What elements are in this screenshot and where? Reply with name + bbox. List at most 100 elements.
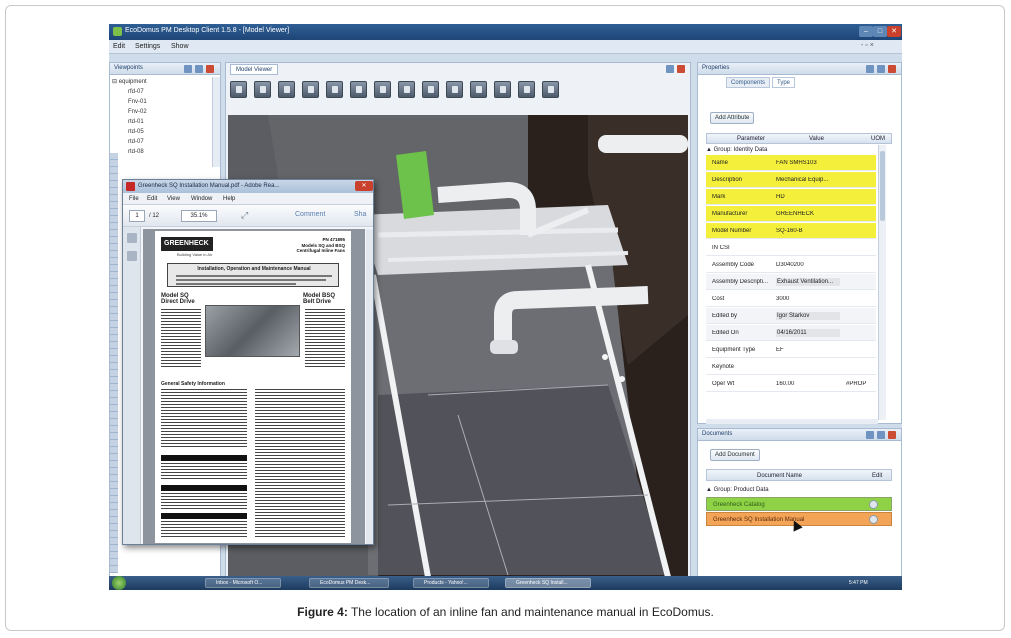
properties-icon[interactable]	[494, 81, 511, 98]
select-icon[interactable]	[398, 81, 415, 98]
adobe-scrollbar[interactable]	[366, 229, 373, 544]
tab-type[interactable]: Type	[772, 77, 796, 88]
viewpoints-scroll-strip[interactable]	[110, 153, 118, 573]
start-button[interactable]	[112, 576, 126, 590]
value-cell[interactable]: HD	[776, 194, 840, 200]
menu-edit[interactable]: Edit	[113, 43, 125, 50]
tree-node[interactable]: Fnv-02	[112, 107, 218, 117]
value-cell[interactable]: Igor Starkov	[776, 312, 840, 320]
taskbar-item[interactable]: Products - Yahoo!...	[413, 578, 489, 588]
panel-close-icon[interactable]	[888, 431, 896, 439]
value-cell[interactable]: 04/16/2011	[776, 329, 840, 337]
viewer-restore-icon[interactable]	[666, 65, 674, 73]
table-row[interactable]: Description Mechanical Equip...	[706, 172, 876, 188]
tree-node[interactable]: Fnv-01	[112, 97, 218, 107]
document-row[interactable]: Greenheck Catalog	[706, 497, 892, 511]
tree-node[interactable]: ⊟ equipment	[112, 77, 218, 87]
zoom-field[interactable]: 35.1%	[181, 210, 217, 222]
panel-close-icon[interactable]	[206, 65, 214, 73]
table-row[interactable]: Mark HD	[706, 189, 876, 205]
table-row[interactable]: Oper Wt 160.00 #PROP	[706, 376, 876, 392]
fit-icon[interactable]: ⤢	[241, 210, 248, 221]
tree-scrollbar[interactable]	[212, 77, 220, 167]
menu-show[interactable]: Show	[171, 43, 189, 50]
table-row[interactable]: Edited On 04/16/2011	[706, 325, 876, 341]
tree-node[interactable]: rfd-07	[112, 87, 218, 97]
measure-icon[interactable]	[446, 81, 463, 98]
value-cell[interactable]: Mechanical Equip...	[776, 177, 840, 183]
page-thumbnails-icon[interactable]	[127, 233, 137, 243]
panel-restore-icon[interactable]	[877, 65, 885, 73]
group-identity-data[interactable]: ▲ Group: Identity Data	[706, 145, 892, 155]
adobe-menu-file[interactable]: File	[129, 196, 139, 202]
table-row[interactable]: Assembly Code D3040200	[706, 257, 876, 273]
section-icon[interactable]	[422, 81, 439, 98]
viewer-close-icon[interactable]	[677, 65, 685, 73]
table-row[interactable]: Cost 3000	[706, 291, 876, 307]
value-cell[interactable]: GREENHECK	[776, 211, 840, 217]
mdi-controls[interactable]: - ▫ ×	[861, 42, 874, 49]
properties-scrollbar[interactable]	[878, 145, 886, 420]
col-document-name[interactable]: Document Name	[757, 473, 802, 479]
camera-icon[interactable]	[254, 81, 271, 98]
table-row[interactable]: Keynote	[706, 359, 876, 375]
table-row[interactable]: Assembly Descripti... Exhaust Ventilation…	[706, 274, 876, 290]
tab-components[interactable]: Components	[726, 77, 771, 88]
panel-restore-icon[interactable]	[195, 65, 203, 73]
maximize-button[interactable]: □	[873, 26, 887, 37]
value-cell[interactable]: 160.00	[776, 381, 840, 387]
table-row[interactable]: Edited by Igor Starkov	[706, 308, 876, 324]
link-icon[interactable]	[518, 81, 535, 98]
value-cell[interactable]: Exhaust Ventilation...	[776, 278, 840, 286]
panel-pin-icon[interactable]	[866, 431, 874, 439]
group-product-data[interactable]: ▲ Group: Product Data	[706, 485, 892, 495]
value-cell[interactable]: FAN SMHS103	[776, 160, 840, 166]
hide-icon[interactable]	[470, 81, 487, 98]
close-button[interactable]: ✕	[887, 26, 901, 37]
fly-icon[interactable]	[302, 81, 319, 98]
value-cell[interactable]: SQ-160-B	[776, 228, 840, 234]
menu-settings[interactable]: Settings	[135, 43, 160, 50]
pan-icon[interactable]	[350, 81, 367, 98]
table-row[interactable]: Equipment Type EF	[706, 342, 876, 358]
comment-button[interactable]: Comment	[295, 211, 325, 218]
adobe-menu-window[interactable]: Window	[191, 196, 212, 202]
attachments-icon[interactable]	[127, 251, 137, 261]
tree-node[interactable]: rtd-05	[112, 127, 218, 137]
edit-icon[interactable]	[869, 515, 878, 524]
walk-icon[interactable]	[278, 81, 295, 98]
add-attribute-button[interactable]: Add Attribute	[710, 112, 755, 124]
taskbar-item[interactable]: EcoDomus PM Desk...	[309, 578, 389, 588]
tree-node[interactable]: rtd-01	[112, 117, 218, 127]
panel-restore-icon[interactable]	[877, 431, 885, 439]
table-row[interactable]: Manufacturer GREENHECK	[706, 206, 876, 222]
panel-close-icon[interactable]	[888, 65, 896, 73]
value-cell[interactable]: 3000	[776, 296, 840, 302]
adobe-menu-edit[interactable]: Edit	[147, 196, 157, 202]
table-row[interactable]: IN CSI	[706, 240, 876, 256]
add-document-button[interactable]: Add Document	[710, 449, 760, 461]
edit-icon[interactable]	[869, 500, 878, 509]
table-row[interactable]: Model Number SQ-160-B	[706, 223, 876, 239]
value-cell[interactable]: D3040200	[776, 262, 840, 268]
adobe-menu-help[interactable]: Help	[223, 196, 235, 202]
adobe-close-button[interactable]: ✕	[355, 181, 373, 191]
zoom-icon[interactable]	[374, 81, 391, 98]
panel-pin-icon[interactable]	[866, 65, 874, 73]
scroll-thumb[interactable]	[880, 151, 885, 221]
properties-h-scrollbar[interactable]	[706, 419, 878, 424]
document-name[interactable]: Greenheck Catalog	[713, 502, 765, 508]
page-number-field[interactable]: 1	[129, 210, 145, 222]
orbit-icon[interactable]	[326, 81, 343, 98]
tree-node[interactable]: rtd-07	[112, 137, 218, 147]
settings-icon[interactable]	[542, 81, 559, 98]
table-row[interactable]: Name FAN SMHS103	[706, 155, 876, 171]
col-parameter[interactable]: Parameter	[737, 136, 765, 142]
taskbar-item[interactable]: Inbox - Microsoft O...	[205, 578, 281, 588]
minimize-button[interactable]: –	[859, 26, 873, 37]
tab-model-viewer[interactable]: Model Viewer	[230, 64, 279, 75]
share-button[interactable]: Sha	[354, 211, 366, 218]
value-cell[interactable]: EF	[776, 347, 840, 353]
tree-node[interactable]: rtd-08	[112, 147, 218, 157]
panel-pin-icon[interactable]	[184, 65, 192, 73]
